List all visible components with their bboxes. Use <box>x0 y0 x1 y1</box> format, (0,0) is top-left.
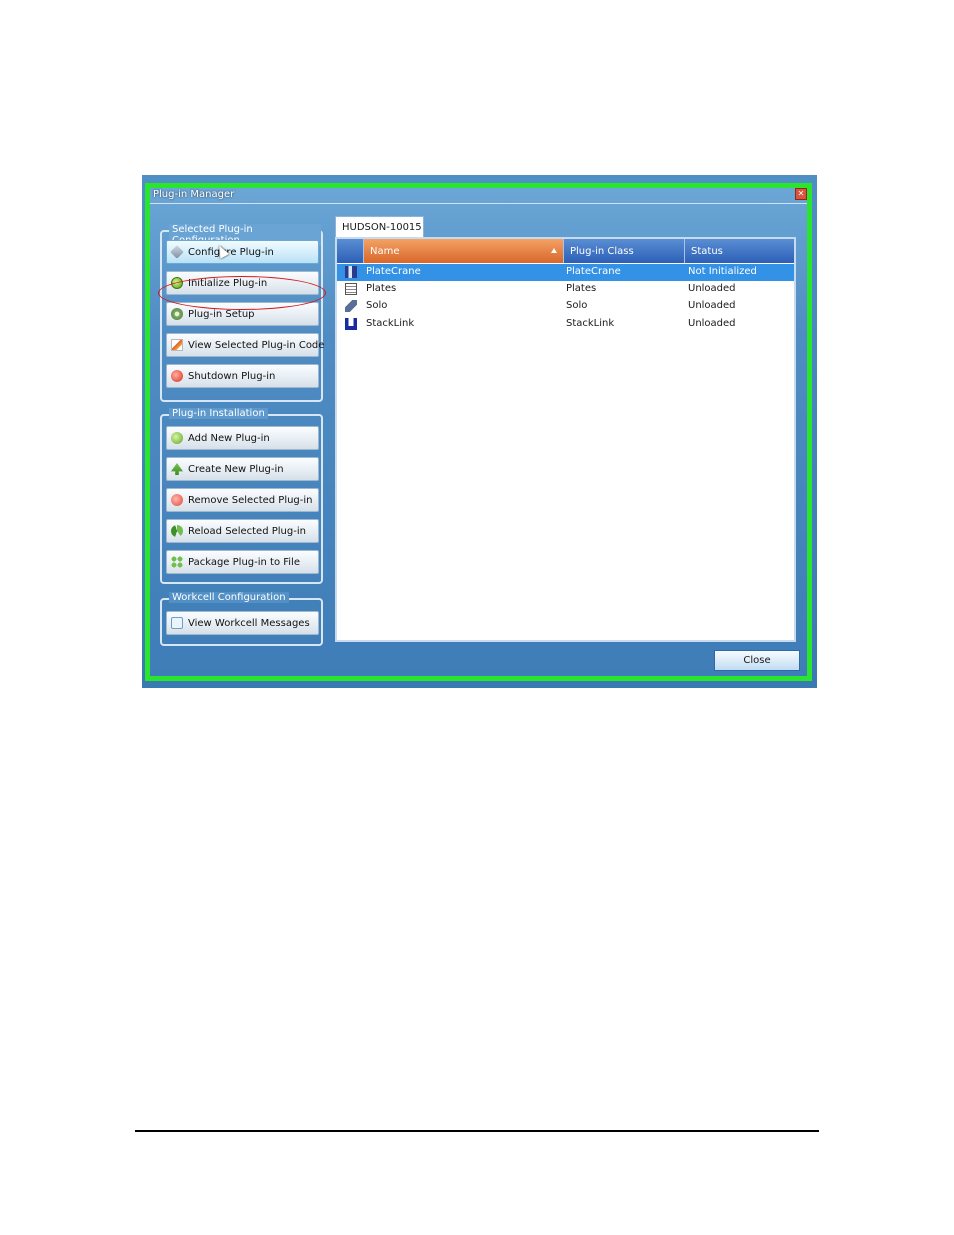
close-icon[interactable]: ✕ <box>795 188 807 200</box>
group-label: Workcell Configuration <box>169 592 289 603</box>
list-header: Name Plug-in Class Status <box>337 239 794 263</box>
add-new-plugin-button[interactable]: Add New Plug-in <box>166 426 319 450</box>
tab-workcell[interactable]: HUDSON-10015 <box>335 216 424 237</box>
button-label: Reload Selected Plug-in <box>188 525 306 537</box>
column-header-plugin-class[interactable]: Plug-in Class <box>563 239 684 263</box>
initialize-icon <box>171 277 183 289</box>
remove-icon <box>171 494 183 506</box>
add-icon <box>171 432 183 444</box>
group-label: Plug-in Installation <box>169 408 268 419</box>
window-title: Plug-in Manager <box>153 189 235 200</box>
code-icon <box>171 339 183 351</box>
stacklink-icon <box>345 318 357 330</box>
cell-name: Plates <box>366 283 397 294</box>
cell-status: Unloaded <box>688 300 736 311</box>
package-icon <box>171 556 183 568</box>
table-row[interactable]: Plates Plates Unloaded <box>337 281 794 298</box>
package-plugin-to-file-button[interactable]: Package Plug-in to File <box>166 550 319 574</box>
group-selected-plugin-configuration: Selected Plug-in Configuration Configure… <box>160 224 324 402</box>
cell-status: Unloaded <box>688 318 736 329</box>
initialize-plugin-button[interactable]: Initialize Plug-in <box>166 271 319 295</box>
configure-plugin-button[interactable]: Configure Plug-in <box>166 240 319 264</box>
button-label: Shutdown Plug-in <box>188 370 276 382</box>
table-row[interactable]: StackLink StackLink Unloaded <box>337 316 794 333</box>
create-icon <box>171 463 183 475</box>
page-footer-rule <box>135 1130 819 1132</box>
group-workcell-configuration: Workcell Configuration View Workcell Mes… <box>160 592 323 646</box>
button-label: Configure Plug-in <box>188 246 274 258</box>
cell-status: Not Initialized <box>688 266 757 277</box>
view-workcell-messages-button[interactable]: View Workcell Messages <box>166 611 319 635</box>
plugin-setup-button[interactable]: Plug-in Setup <box>166 302 319 326</box>
plates-icon <box>345 283 357 295</box>
group-plugin-installation: Plug-in Installation Add New Plug-in Cre… <box>160 408 323 584</box>
solo-icon <box>345 300 357 312</box>
sort-ascending-icon <box>551 248 557 253</box>
cell-name: PlateCrane <box>366 266 421 277</box>
screenshot-frame: Plug-in Manager ✕ Selected Plug-in Confi… <box>142 175 817 688</box>
column-header-status[interactable]: Status <box>684 239 790 263</box>
cell-class: PlateCrane <box>566 266 621 277</box>
cell-name: Solo <box>366 300 388 311</box>
table-row[interactable]: PlateCrane PlateCrane Not Initialized <box>337 264 794 281</box>
table-row[interactable]: Solo Solo Unloaded <box>337 298 794 315</box>
remove-selected-plugin-button[interactable]: Remove Selected Plug-in <box>166 488 319 512</box>
create-new-plugin-button[interactable]: Create New Plug-in <box>166 457 319 481</box>
platecrane-icon <box>345 266 357 278</box>
cell-name: StackLink <box>366 318 415 329</box>
close-button[interactable]: Close <box>714 650 800 671</box>
plugin-list: Name Plug-in Class Status PlateCrane Pla… <box>335 237 796 642</box>
cell-class: StackLink <box>566 318 615 329</box>
button-label: Remove Selected Plug-in <box>188 494 313 506</box>
cell-status: Unloaded <box>688 283 736 294</box>
messages-icon <box>171 617 183 629</box>
shutdown-icon <box>171 370 183 382</box>
title-divider <box>150 203 807 204</box>
button-label: Package Plug-in to File <box>188 556 300 568</box>
button-label: View Workcell Messages <box>188 617 310 629</box>
button-label: Create New Plug-in <box>188 463 284 475</box>
shutdown-plugin-button[interactable]: Shutdown Plug-in <box>166 364 319 388</box>
button-label: View Selected Plug-in Code <box>188 339 325 351</box>
header-icon-column <box>337 239 363 263</box>
column-header-label: Name <box>370 245 400 257</box>
cell-class: Solo <box>566 300 588 311</box>
button-label: Initialize Plug-in <box>188 277 268 289</box>
title-bar[interactable]: Plug-in Manager ✕ <box>150 188 807 202</box>
plugin-manager-window: Plug-in Manager ✕ Selected Plug-in Confi… <box>145 183 812 681</box>
cell-class: Plates <box>566 283 597 294</box>
button-label: Add New Plug-in <box>188 432 270 444</box>
column-header-name[interactable]: Name <box>363 239 563 263</box>
column-header-label: Plug-in Class <box>570 245 634 257</box>
reload-icon <box>171 525 183 537</box>
gear-icon <box>171 308 183 320</box>
button-label: Plug-in Setup <box>188 308 255 320</box>
wand-icon <box>170 245 184 259</box>
reload-selected-plugin-button[interactable]: Reload Selected Plug-in <box>166 519 319 543</box>
view-selected-plugin-code-button[interactable]: View Selected Plug-in Code <box>166 333 324 357</box>
column-header-label: Status <box>691 245 723 257</box>
